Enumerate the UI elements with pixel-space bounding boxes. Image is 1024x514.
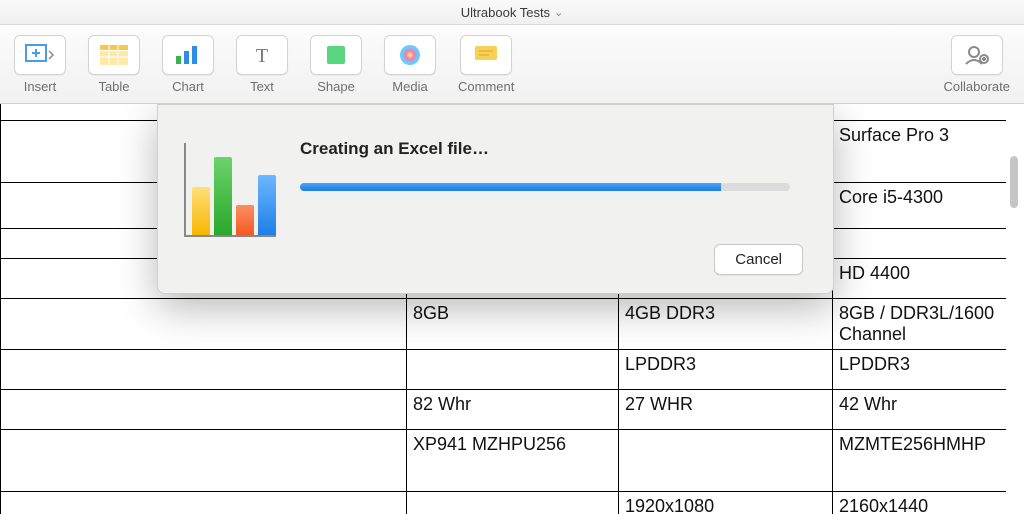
table-cell[interactable]: XP941 MZHPU256 [407, 430, 619, 492]
table-cell[interactable]: HD 4400 [833, 259, 1024, 299]
table-cell[interactable]: 2160x1440 [833, 492, 1024, 514]
table-cell[interactable] [1, 430, 407, 492]
chart-icon [174, 44, 202, 66]
table-cell[interactable]: LPDDR3 [833, 350, 1024, 390]
table-cell[interactable] [1, 492, 407, 514]
chevron-down-icon[interactable]: ⌄ [554, 6, 563, 19]
cancel-button[interactable]: Cancel [714, 244, 803, 275]
text-tool[interactable]: T Text [236, 35, 288, 94]
spreadsheet-area[interactable]: Surface Pro 3Core i5-4300Atom X7-Z8700HD… [0, 104, 1024, 514]
scrollbar-thumb[interactable] [1010, 156, 1018, 208]
progress-bar [300, 183, 790, 191]
table-tool[interactable]: Table [88, 35, 140, 94]
table-cell[interactable] [407, 350, 619, 390]
comment-icon [474, 45, 498, 65]
export-progress-dialog: Creating an Excel file… Cancel [157, 104, 834, 294]
table-cell[interactable]: LPDDR3 [619, 350, 833, 390]
table-cell[interactable] [1, 390, 407, 430]
table-cell[interactable] [407, 492, 619, 514]
table-row[interactable]: 8GB4GB DDR38GB / DDR3L/1600 Channel [1, 299, 1024, 350]
comment-tool[interactable]: Comment [458, 35, 514, 94]
text-label: Text [250, 79, 274, 94]
media-label: Media [392, 79, 427, 94]
table-cell[interactable]: 8GB / DDR3L/1600 Channel [833, 299, 1024, 350]
collaborate-icon [964, 44, 990, 66]
shape-label: Shape [317, 79, 355, 94]
table-cell[interactable]: 82 Whr [407, 390, 619, 430]
table-label: Table [98, 79, 129, 94]
table-cell[interactable] [1, 299, 407, 350]
comment-label: Comment [458, 79, 514, 94]
table-cell[interactable]: 27 WHR [619, 390, 833, 430]
window-titlebar: Ultrabook Tests ⌄ [0, 0, 1024, 25]
collaborate-label: Collaborate [944, 79, 1011, 94]
text-icon: T [250, 44, 274, 66]
table-cell[interactable]: Core i5-4300 [833, 183, 1024, 229]
table-row[interactable]: 82 Whr27 WHR42 Whr [1, 390, 1024, 430]
progress-fill [300, 183, 721, 191]
table-icon [100, 45, 128, 65]
table-row[interactable]: 1920x10802160x1440 [1, 492, 1024, 514]
chart-tool[interactable]: Chart [162, 35, 214, 94]
document-title[interactable]: Ultrabook Tests [461, 5, 550, 20]
insert-tool[interactable]: Insert [14, 35, 66, 94]
collaborate-tool[interactable]: Collaborate [944, 35, 1011, 94]
svg-text:T: T [256, 45, 268, 66]
insert-label: Insert [24, 79, 57, 94]
table-row[interactable]: XP941 MZHPU256 MZMTE256HMHP [1, 430, 1024, 492]
chart-label: Chart [172, 79, 204, 94]
table-cell[interactable]: MZMTE256HMHP [833, 430, 1024, 492]
table-cell[interactable] [619, 430, 833, 492]
numbers-app-icon [184, 133, 284, 243]
shape-icon [325, 44, 347, 66]
table-cell[interactable]: 42 Whr [833, 390, 1024, 430]
table-row[interactable]: LPDDR3LPDDR3 [1, 350, 1024, 390]
table-cell[interactable] [833, 229, 1024, 259]
table-cell[interactable]: 1920x1080 [619, 492, 833, 514]
shape-tool[interactable]: Shape [310, 35, 362, 94]
table-cell[interactable]: 4GB DDR3 [619, 299, 833, 350]
table-cell[interactable]: 8GB [407, 299, 619, 350]
insert-icon [25, 44, 55, 66]
vertical-scrollbar[interactable] [1006, 104, 1024, 514]
table-cell[interactable] [833, 104, 1024, 121]
toolbar: Insert Table Chart T Text Shape Media C [0, 25, 1024, 104]
media-tool[interactable]: Media [384, 35, 436, 94]
table-cell[interactable]: Surface Pro 3 [833, 121, 1024, 183]
dialog-title: Creating an Excel file… [300, 139, 803, 159]
media-icon [398, 43, 422, 67]
table-cell[interactable] [1, 350, 407, 390]
